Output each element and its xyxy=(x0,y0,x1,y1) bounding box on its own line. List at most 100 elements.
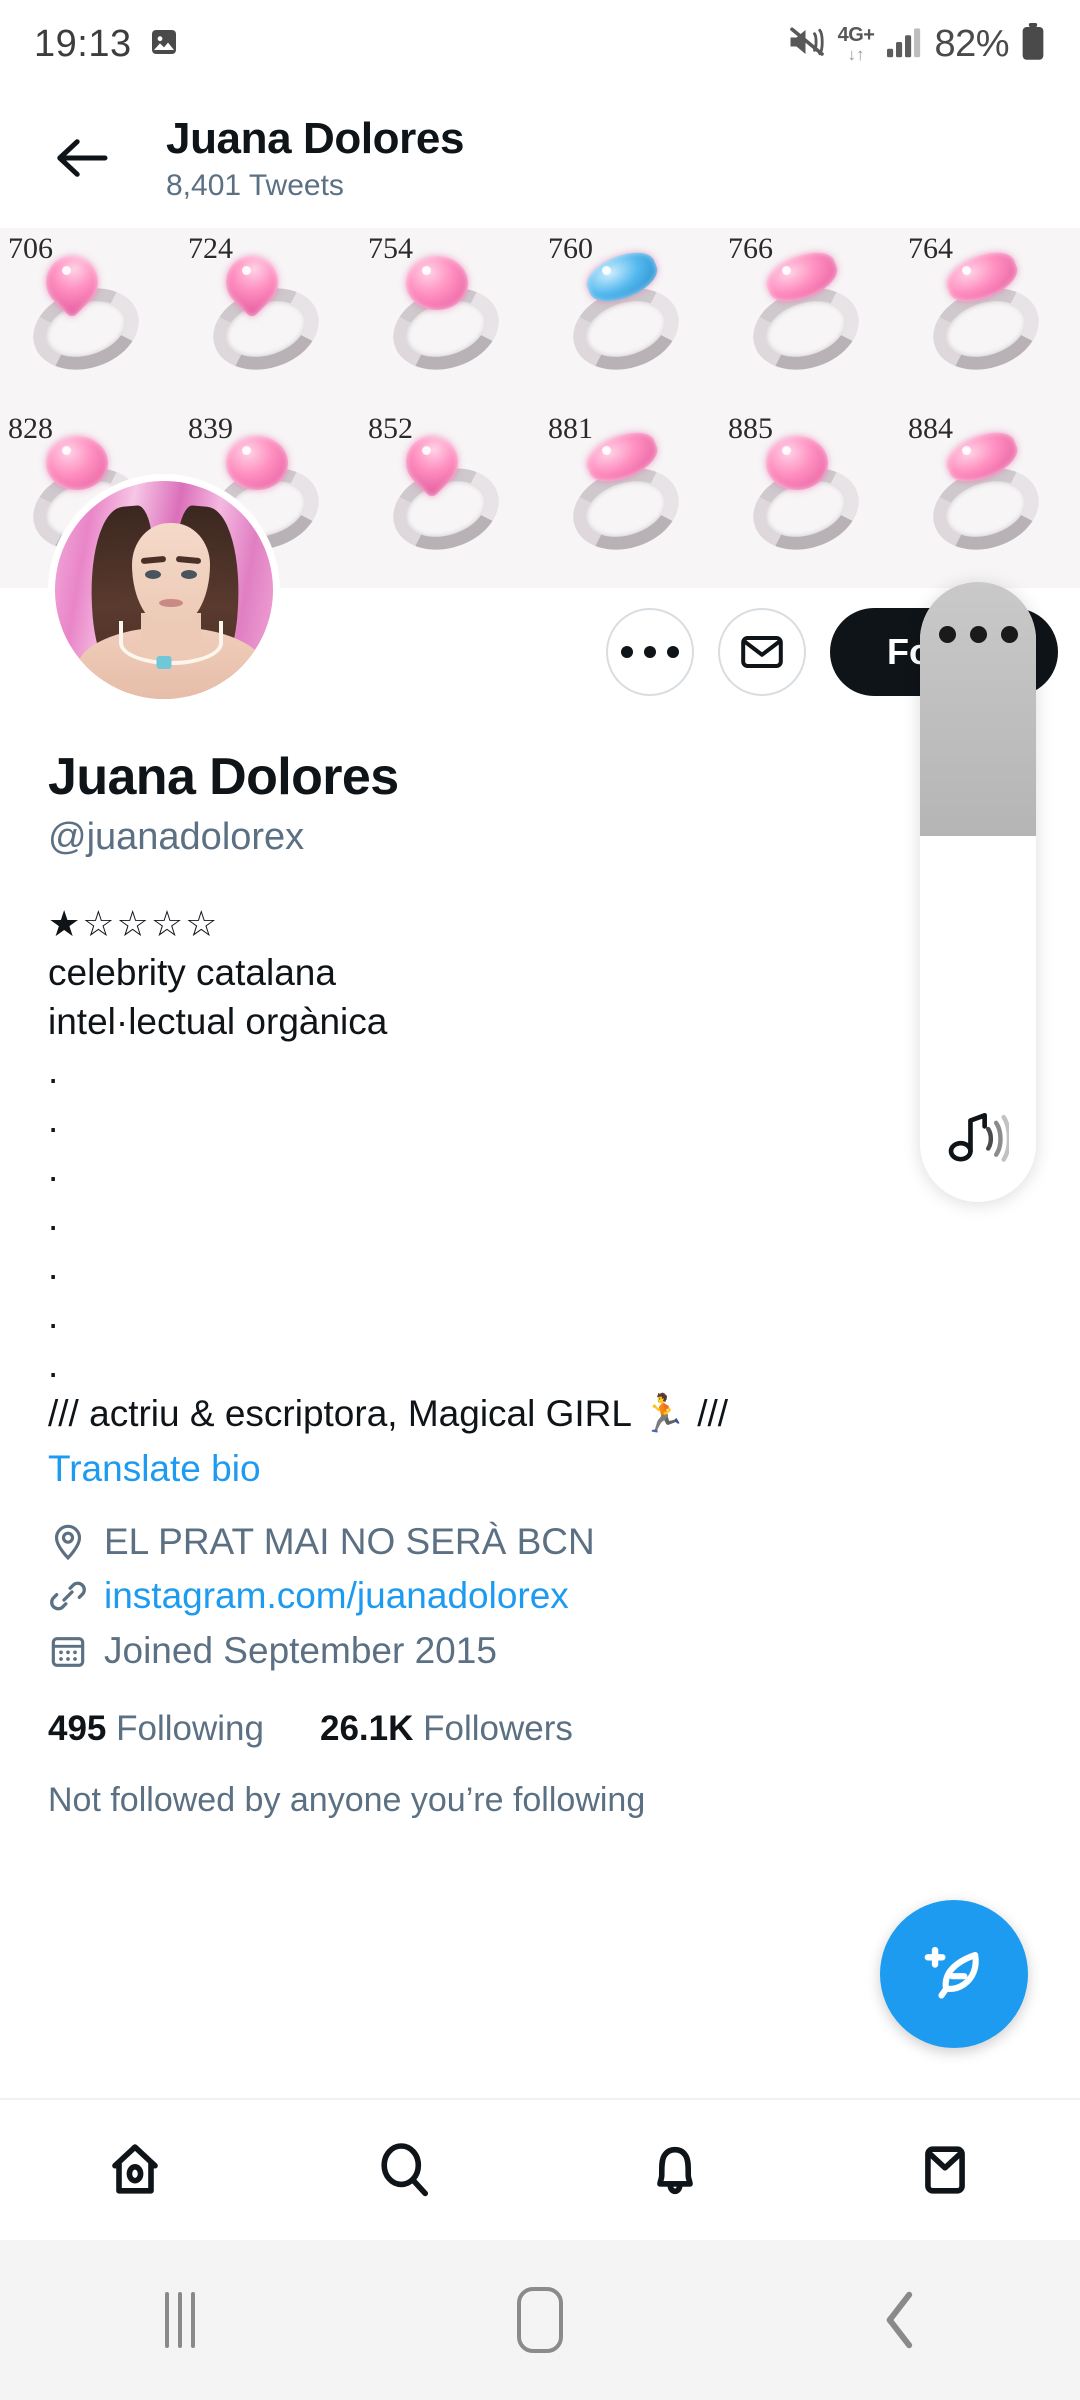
avatar-lips xyxy=(159,599,183,607)
recents-icon xyxy=(165,2292,195,2348)
system-home-button[interactable] xyxy=(450,2260,630,2380)
bio-line: . xyxy=(48,1245,59,1287)
app-bar-titles: Juana Dolores 8,401 Tweets xyxy=(166,114,464,201)
ring-item: 760 xyxy=(540,228,720,408)
back-arrow-icon xyxy=(57,139,108,177)
ring-item: 884 xyxy=(900,408,1080,588)
gem-sparkle xyxy=(422,446,431,455)
music-note-waves-icon[interactable] xyxy=(920,1108,1036,1166)
location-pin-icon xyxy=(54,1524,82,1561)
bio-line: . xyxy=(48,1098,59,1140)
bio-line: /// actriu & escriptora, Magical GIRL 🏃 … xyxy=(48,1392,729,1434)
system-recents-button[interactable] xyxy=(90,2260,270,2380)
gem-sparkle xyxy=(62,446,71,455)
envelope-icon xyxy=(925,2146,965,2194)
status-clock: 19:13 xyxy=(34,22,132,65)
compose-feather-icon xyxy=(924,1946,979,1999)
more-options-button[interactable] xyxy=(606,608,694,696)
signal-bars-icon xyxy=(885,25,923,64)
volume-slider-overlay[interactable] xyxy=(920,582,1036,1202)
home-pill-icon xyxy=(517,2287,563,2353)
profile-website-link[interactable]: instagram.com/juanadolorex xyxy=(104,1574,569,1618)
gem-sparkle xyxy=(602,446,611,455)
bio-line: . xyxy=(48,1147,59,1189)
following-label: Following xyxy=(116,1708,264,1748)
nav-item-search[interactable] xyxy=(330,2115,480,2225)
search-icon xyxy=(381,2143,429,2197)
app-root: 19:13 4G+ ↓↑ 82% Juana Dolores 8,401 Twe… xyxy=(0,0,1080,2400)
app-bar: Juana Dolores 8,401 Tweets xyxy=(0,88,1080,228)
avatar-eye-left xyxy=(145,570,161,579)
ring-number: 852 xyxy=(368,412,413,445)
status-bar-left: 19:13 xyxy=(34,23,180,66)
gem-sparkle xyxy=(962,446,971,455)
profile-location-row: EL PRAT MAI NO SERÀ BCN xyxy=(48,1520,998,1564)
ring-gemstone xyxy=(226,436,288,490)
profile-bio: ★☆☆☆☆ celebrity catalana intel·lectual org… xyxy=(48,900,998,1439)
compose-tweet-button[interactable] xyxy=(880,1900,1028,2048)
calendar-icon xyxy=(51,1636,85,1667)
ring-number: 754 xyxy=(368,232,413,265)
ring-item: 754 xyxy=(360,228,540,408)
avatar-brow-left xyxy=(140,555,167,565)
nav-item-home[interactable] xyxy=(60,2115,210,2225)
bio-line: . xyxy=(48,1049,59,1091)
battery-icon xyxy=(1020,22,1046,66)
following-count: 495 xyxy=(48,1708,107,1748)
profile-counts: 495 Following 26.1K Followers xyxy=(48,1709,998,1749)
link-icon xyxy=(50,1581,86,1611)
ring-gemstone xyxy=(406,256,468,310)
following-stat[interactable]: 495 Following xyxy=(48,1709,264,1749)
gem-sparkle xyxy=(782,446,791,455)
bio-line: celebrity catalana xyxy=(48,951,336,993)
ring-item: 724 xyxy=(180,228,360,408)
translate-bio-link[interactable]: Translate bio xyxy=(48,1445,998,1494)
profile-link-row[interactable]: instagram.com/juanadolorex xyxy=(48,1574,998,1618)
ring-number: 760 xyxy=(548,232,593,265)
ring-number: 766 xyxy=(728,232,773,265)
avatar[interactable] xyxy=(48,474,280,706)
profile-joined-date: Joined September 2015 xyxy=(104,1629,497,1671)
status-bar-right: 4G+ ↓↑ 82% xyxy=(787,22,1046,66)
ring-gemstone xyxy=(766,436,828,490)
gem-sparkle xyxy=(782,266,791,275)
ring-item: 766 xyxy=(720,228,900,408)
volume-level-fill xyxy=(920,582,1036,837)
back-button[interactable] xyxy=(22,98,142,218)
back-chevron-icon xyxy=(886,2291,913,2349)
bio-line: . xyxy=(48,1343,59,1385)
ring-number: 764 xyxy=(908,232,953,265)
profile-display-name: Juana Dolores xyxy=(48,748,399,806)
more-options-icon xyxy=(621,646,679,658)
drag-handle-dots-icon[interactable] xyxy=(920,626,1036,643)
ring-number: 884 xyxy=(908,412,953,445)
ring-number: 885 xyxy=(728,412,773,445)
followers-label: Followers xyxy=(423,1708,573,1748)
ring-number: 839 xyxy=(188,412,233,445)
system-navigation-bar xyxy=(0,2240,1080,2400)
envelope-icon xyxy=(741,636,783,668)
ring-gemstone xyxy=(46,436,108,490)
profile-location: EL PRAT MAI NO SERÀ BCN xyxy=(104,1520,595,1562)
gem-sparkle xyxy=(242,266,251,275)
bio-line: ★☆☆☆☆ xyxy=(48,902,220,944)
nav-item-notifications[interactable] xyxy=(600,2115,750,2225)
nav-item-messages[interactable] xyxy=(870,2115,1020,2225)
ring-item: 885 xyxy=(720,408,900,588)
avatar-eye-right xyxy=(181,570,197,579)
followers-count: 26.1K xyxy=(320,1708,414,1748)
bio-line: intel·lectual orgànica xyxy=(48,1000,388,1042)
image-icon xyxy=(148,26,180,63)
avatar-necklace-bead xyxy=(156,656,172,669)
ring-number: 828 xyxy=(8,412,53,445)
mutual-followers-note: Not followed by anyone you’re following xyxy=(48,1780,646,1819)
gem-sparkle xyxy=(422,266,431,275)
system-back-button[interactable] xyxy=(810,2260,990,2380)
followers-stat[interactable]: 26.1K Followers xyxy=(320,1709,573,1749)
gem-sparkle xyxy=(62,266,71,275)
message-button[interactable] xyxy=(718,608,806,696)
bottom-navigation xyxy=(0,2098,1080,2240)
tweet-count: 8,401 Tweets xyxy=(166,168,344,202)
profile-joined-row: Joined September 2015 xyxy=(48,1629,998,1673)
ring-item: 764 xyxy=(900,228,1080,408)
